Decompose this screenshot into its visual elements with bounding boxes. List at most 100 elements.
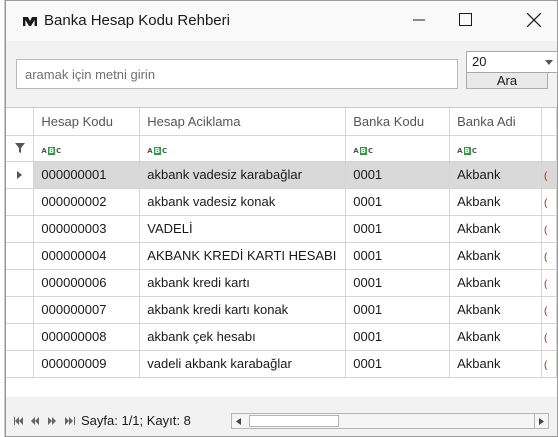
row-indicator[interactable]: [6, 215, 35, 243]
cell-banka-adi[interactable]: Akbank: [449, 161, 542, 189]
cell-banka-adi[interactable]: Akbank: [449, 215, 542, 243]
cell-hesap-aciklama[interactable]: AKBANK KREDİ KARTI HESABI: [139, 242, 347, 270]
cell-banka-adi[interactable]: Akbank: [449, 269, 542, 297]
filter-cell-hesap-kodu[interactable]: ABC: [33, 135, 141, 162]
page-size-select[interactable]: 20: [466, 51, 558, 73]
cell-hesap-kodu[interactable]: 000000006: [33, 269, 141, 297]
abc-text-filter-icon: ABC: [41, 146, 62, 155]
scroll-left-icon[interactable]: [232, 414, 245, 428]
cell-hesap-aciklama[interactable]: akbank çek hesabı: [139, 323, 347, 351]
column-header-hesap-aciklama[interactable]: Hesap Aciklama: [139, 108, 347, 136]
cell-hesap-aciklama[interactable]: akbank vadesiz konak: [139, 188, 347, 216]
cell-hesap-aciklama[interactable]: akbank kredi kartı: [139, 269, 347, 297]
cell-banka-adi[interactable]: Akbank: [449, 242, 542, 270]
search-input[interactable]: aramak için metni girin: [16, 59, 458, 89]
next-page-icon[interactable]: [44, 413, 61, 429]
cell-hesap-kodu[interactable]: 000000002: [33, 188, 141, 216]
filter-cell-partial: [541, 135, 557, 162]
cell-partial: (: [541, 242, 557, 270]
bank-account-grid: Hesap Kodu Hesap Aciklama Banka Kodu Ban…: [6, 107, 557, 397]
cell-partial: (: [541, 269, 557, 297]
cell-hesap-kodu[interactable]: 000000001: [33, 161, 141, 189]
row-indicator[interactable]: [6, 242, 35, 270]
cell-banka-adi[interactable]: Akbank: [449, 323, 542, 351]
column-header-banka-adi[interactable]: Banka Adi: [449, 108, 542, 136]
header-row: Hesap Kodu Hesap Aciklama Banka Kodu Ban…: [6, 108, 557, 136]
cell-hesap-aciklama[interactable]: VADELİ: [139, 215, 347, 243]
minimize-button[interactable]: [396, 1, 442, 41]
cell-banka-kodu[interactable]: 0001: [345, 269, 451, 297]
column-header-hesap-kodu[interactable]: Hesap Kodu: [33, 108, 141, 136]
row-indicator[interactable]: [6, 323, 35, 351]
close-button[interactable]: [511, 1, 557, 41]
window-title: Banka Hesap Kodu Rehberi: [44, 12, 230, 29]
minimize-icon: [413, 14, 425, 29]
first-page-icon[interactable]: [10, 413, 27, 429]
horizontal-scrollbar[interactable]: [231, 413, 549, 429]
cell-banka-kodu[interactable]: 0001: [345, 296, 451, 324]
cell-hesap-kodu[interactable]: 000000009: [33, 350, 141, 378]
cell-banka-kodu[interactable]: 0001: [345, 242, 451, 270]
row-pointer-icon[interactable]: [6, 161, 35, 189]
title-bar[interactable]: Banka Hesap Kodu Rehberi: [6, 1, 557, 41]
cell-hesap-kodu[interactable]: 000000004: [33, 242, 141, 270]
scrollbar-thumb[interactable]: [249, 415, 339, 427]
filter-icon[interactable]: [6, 135, 35, 162]
cell-hesap-kodu[interactable]: 000000008: [33, 323, 141, 351]
filter-cell-banka-kodu[interactable]: ABC: [345, 135, 451, 162]
table-row[interactable]: 000000007 akbank kredi kartı konak 0001 Akb…: [6, 296, 557, 324]
data-table: Hesap Kodu Hesap Aciklama Banka Kodu Ban…: [6, 108, 557, 378]
previous-page-icon[interactable]: [27, 413, 44, 429]
cell-banka-kodu[interactable]: 0001: [345, 323, 451, 351]
maximize-icon: [458, 13, 472, 29]
filter-cell-banka-adi[interactable]: ABC: [449, 135, 542, 162]
cell-partial: (: [541, 161, 557, 189]
cell-banka-kodu[interactable]: 0001: [345, 350, 451, 378]
cell-hesap-aciklama[interactable]: akbank kredi kartı konak: [139, 296, 347, 324]
chevron-down-icon: [543, 55, 555, 69]
table-row[interactable]: 000000001 akbank vadesiz karabağlar 0001 Ak…: [6, 161, 557, 189]
column-header-banka-kodu[interactable]: Banka Kodu: [345, 108, 451, 136]
grid-body: 000000001 akbank vadesiz karabağlar 0001 Ak…: [6, 161, 557, 378]
cell-partial: (: [541, 215, 557, 243]
scroll-right-icon[interactable]: [534, 414, 548, 428]
table-row[interactable]: 000000009 vadeli akbank karabağlar 0001 Akb…: [6, 350, 557, 378]
table-row[interactable]: 000000008 akbank çek hesabı 0001 Akbank(: [6, 323, 557, 351]
cell-banka-adi[interactable]: Akbank: [449, 350, 542, 378]
cell-hesap-kodu[interactable]: 000000003: [33, 215, 141, 243]
cell-partial: (: [541, 350, 557, 378]
row-indicator[interactable]: [6, 350, 35, 378]
abc-text-filter-icon: ABC: [353, 146, 374, 155]
cell-banka-kodu[interactable]: 0001: [345, 188, 451, 216]
filter-row: ABC ABC ABC ABC: [6, 135, 557, 162]
table-row[interactable]: 000000003 VADELİ 0001 Akbank(: [6, 215, 557, 243]
cell-partial: (: [541, 323, 557, 351]
cell-banka-adi[interactable]: Akbank: [449, 188, 542, 216]
table-row[interactable]: 000000002 akbank vadesiz konak 0001 Akbank(: [6, 188, 557, 216]
cell-partial: (: [541, 188, 557, 216]
app-logo-icon: [23, 15, 37, 27]
row-indicator[interactable]: [6, 296, 35, 324]
cell-hesap-aciklama[interactable]: vadeli akbank karabağlar: [139, 350, 347, 378]
abc-text-filter-icon: ABC: [147, 146, 168, 155]
cell-hesap-kodu[interactable]: 000000007: [33, 296, 141, 324]
row-indicator[interactable]: [6, 188, 35, 216]
page-info: Sayfa: 1/1; Kayıt: 8: [81, 413, 191, 428]
table-row[interactable]: 000000006 akbank kredi kartı 0001 Akbank(: [6, 269, 557, 297]
close-icon: [526, 12, 542, 30]
pager-bar: Sayfa: 1/1; Kayıt: 8: [6, 407, 557, 434]
last-page-icon[interactable]: [61, 413, 78, 429]
maximize-button[interactable]: [442, 1, 488, 41]
table-row[interactable]: 000000004 AKBANK KREDİ KARTI HESABI 0001 Ak…: [6, 242, 557, 270]
cell-banka-adi[interactable]: Akbank: [449, 296, 542, 324]
page-size-value: 20: [472, 54, 487, 69]
cell-banka-kodu[interactable]: 0001: [345, 161, 451, 189]
cell-hesap-aciklama[interactable]: akbank vadesiz karabağlar: [139, 161, 347, 189]
row-indicator[interactable]: [6, 269, 35, 297]
abc-text-filter-icon: ABC: [457, 146, 478, 155]
cell-banka-kodu[interactable]: 0001: [345, 215, 451, 243]
filter-cell-hesap-aciklama[interactable]: ABC: [139, 135, 347, 162]
column-header-partial: [541, 108, 557, 136]
dialog-window: Banka Hesap Kodu Rehberi aramak için met…: [5, 0, 558, 437]
cell-partial: (: [541, 296, 557, 324]
